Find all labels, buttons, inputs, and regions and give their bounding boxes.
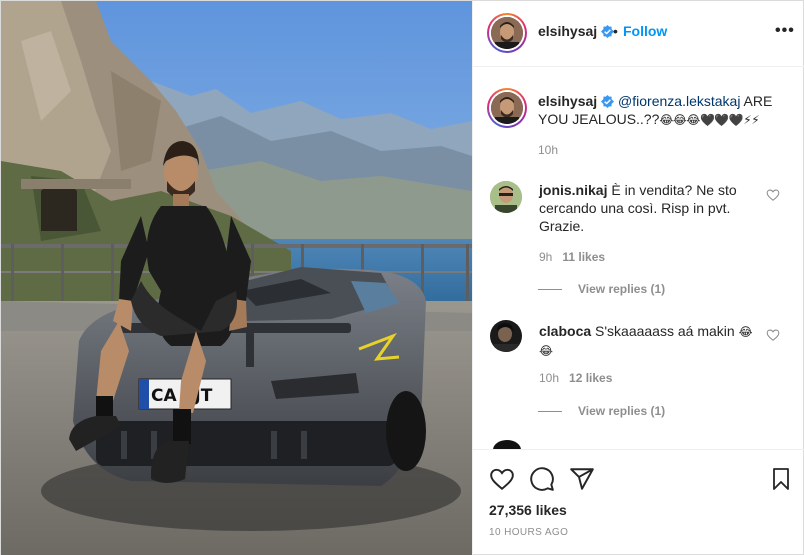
view-replies-label: View replies (1) <box>578 282 666 296</box>
bookmark-icon[interactable] <box>769 466 793 492</box>
heart-icon[interactable] <box>489 466 515 492</box>
comment-body: S'skaaaaass aá makin <box>595 323 735 339</box>
view-replies-button[interactable]: View replies (1) <box>538 404 666 418</box>
caption-time[interactable]: 10h <box>538 143 558 157</box>
caption-emojis: 😂😂😂🖤🖤🖤⚡⚡ <box>659 113 760 127</box>
likes-count[interactable]: 27,356 likes <box>489 502 567 518</box>
comment-icon[interactable] <box>529 466 555 492</box>
comments-list[interactable]: elsihysaj @fiorenza.lekstakaj ARE YOU JE… <box>473 68 804 449</box>
divider-line <box>538 411 562 413</box>
author-username-text[interactable]: elsihysaj <box>538 23 597 39</box>
caption-mention[interactable]: @fiorenza.lekstakaj <box>618 93 740 109</box>
comment-time[interactable]: 10h <box>539 371 559 385</box>
more-options-icon[interactable]: ••• <box>775 22 795 40</box>
instagram-post: CA 3JT elsihysaj • Follow ••• elsihysaj … <box>0 0 804 555</box>
comment-meta: 10h 12 likes <box>539 371 612 385</box>
caption-text: elsihysaj @fiorenza.lekstakaj ARE YOU JE… <box>538 92 788 129</box>
comment-time[interactable]: 9h <box>539 250 552 264</box>
post-photo[interactable]: CA 3JT <box>1 1 472 555</box>
view-replies-label: View replies (1) <box>578 404 666 418</box>
verified-badge-icon <box>601 95 615 108</box>
view-replies-button[interactable]: View replies (1) <box>538 282 666 296</box>
follow-button[interactable]: Follow <box>623 23 667 39</box>
divider-line <box>538 289 562 291</box>
share-icon[interactable] <box>569 466 595 492</box>
commenter-avatar[interactable] <box>490 320 522 352</box>
commenter-avatar[interactable] <box>493 440 521 449</box>
post-side-panel: elsihysaj • Follow ••• elsihysaj @fioren… <box>472 1 804 555</box>
post-time-ago[interactable]: 10 HOURS AGO <box>489 527 568 538</box>
comment-meta: 9h 11 likes <box>539 250 605 264</box>
post-actions: 27,356 likes 10 HOURS AGO <box>473 449 804 555</box>
caption-username[interactable]: elsihysaj <box>538 93 597 109</box>
comment-like-heart-icon[interactable] <box>766 188 780 202</box>
comment-username[interactable]: claboca <box>539 323 591 339</box>
comment-like-heart-icon[interactable] <box>766 328 780 342</box>
comment-username[interactable]: jonis.nikaj <box>539 182 607 198</box>
author-avatar[interactable] <box>487 13 527 53</box>
caption-avatar[interactable] <box>487 88 527 128</box>
commenter-avatar[interactable] <box>490 181 522 213</box>
photo-illustration: CA 3JT <box>1 1 472 555</box>
author-username[interactable]: elsihysaj <box>538 23 615 39</box>
comment-likes[interactable]: 12 likes <box>569 371 612 385</box>
post-header: elsihysaj • Follow ••• <box>473 1 804 67</box>
separator-dot: • <box>613 23 618 39</box>
comment-likes[interactable]: 11 likes <box>562 250 605 264</box>
partial-comment: ... <box>539 442 551 449</box>
comment-text: claboca S'skaaaaass aá makin 😂 😂 <box>539 322 759 360</box>
comment-text: jonis.nikaj È in vendita? Ne sto cercand… <box>539 181 759 235</box>
